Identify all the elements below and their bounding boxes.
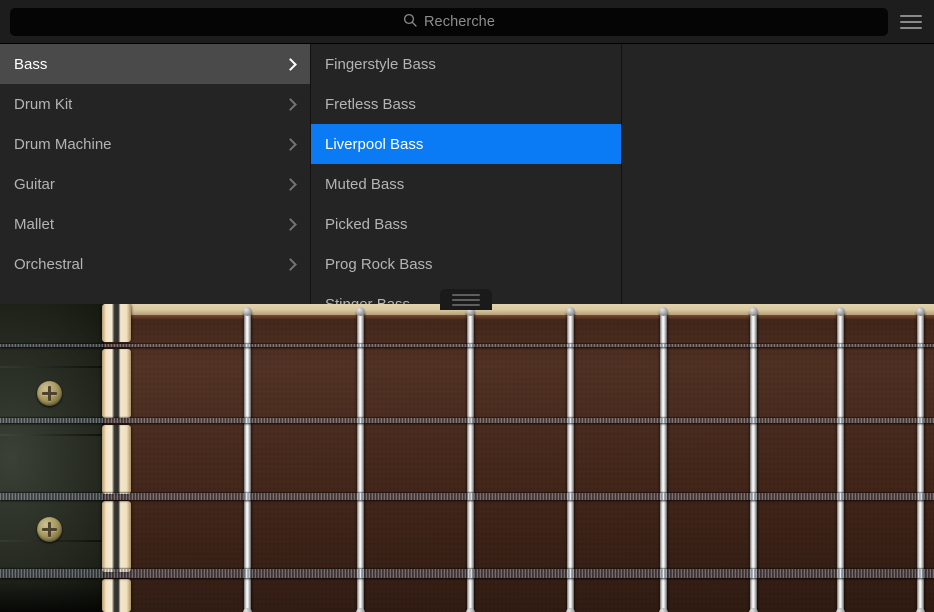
list-item-fretless-bass[interactable]: Fretless Bass <box>311 84 621 124</box>
fretboard-binding <box>104 304 934 315</box>
menu-line-3 <box>900 27 922 29</box>
headstock-contour-line <box>0 366 104 368</box>
fret-end-cap <box>466 608 475 612</box>
headstock-contour-line <box>0 434 104 436</box>
list-item-prog-rock-bass[interactable]: Prog Rock Bass <box>311 244 621 284</box>
app-window: Recherche Bass Drum Kit Drum Machine Gui <box>0 0 934 612</box>
fret-wire <box>466 307 475 612</box>
sidebar-item-orchestral[interactable]: Orchestral <box>0 244 310 284</box>
sidebar-item-label: Drum Machine <box>14 135 112 153</box>
search-icon <box>403 13 417 32</box>
bass-fretboard[interactable] <box>0 304 934 612</box>
list-item-label: Picked Bass <box>325 215 408 233</box>
nut-segment <box>102 425 131 494</box>
fret-wire <box>836 307 845 612</box>
fret-end-cap <box>243 307 252 316</box>
drag-handle-icon[interactable] <box>440 289 492 310</box>
chevron-right-icon <box>286 137 296 151</box>
top-toolbar: Recherche <box>0 0 934 44</box>
sidebar-item-drum-machine[interactable]: Drum Machine <box>0 124 310 164</box>
hamburger-menu-icon[interactable] <box>888 0 934 44</box>
fret-end-cap <box>749 307 758 316</box>
fret-wire <box>916 307 925 612</box>
search-input[interactable]: Recherche <box>10 8 888 36</box>
pickguard-screw-icon <box>37 381 62 406</box>
handle-line-1 <box>452 293 480 296</box>
list-item-fingerstyle-bass[interactable]: Fingerstyle Bass <box>311 44 621 84</box>
fretboard-surface[interactable] <box>104 304 934 612</box>
nut-segment <box>102 304 131 342</box>
list-item-label: Muted Bass <box>325 175 405 193</box>
pickguard-screw-icon <box>37 517 62 542</box>
handle-line-3 <box>452 303 480 306</box>
chevron-right-icon <box>286 257 296 271</box>
bass-string-a[interactable] <box>0 493 934 500</box>
fret-wire <box>749 307 758 612</box>
sidebar-item-guitar[interactable]: Guitar <box>0 164 310 204</box>
sidebar-item-label: Guitar <box>14 175 55 193</box>
fret-end-cap <box>659 307 668 316</box>
fret-wire <box>659 307 668 612</box>
bass-headstock <box>0 304 104 612</box>
fret-end-cap <box>659 608 668 612</box>
fret-wire <box>566 307 575 612</box>
bass-string-d[interactable] <box>0 418 934 423</box>
nut-segment <box>102 501 131 572</box>
chevron-right-icon <box>286 57 296 71</box>
list-item-muted-bass[interactable]: Muted Bass <box>311 164 621 204</box>
fret-end-cap <box>916 307 925 316</box>
fret-end-cap <box>836 608 845 612</box>
sidebar-item-mallet[interactable]: Mallet <box>0 204 310 244</box>
fret-end-cap <box>356 307 365 316</box>
sidebar-item-bass[interactable]: Bass <box>0 44 310 84</box>
menu-line-2 <box>900 21 922 23</box>
chevron-right-icon <box>286 177 296 191</box>
fretboard-binding-shadow <box>104 315 934 320</box>
nut-segment <box>102 349 131 418</box>
handle-line-2 <box>452 298 480 301</box>
sidebar-item-label: Mallet <box>14 215 55 233</box>
sidebar-item-label: Bass <box>14 55 48 73</box>
menu-line-1 <box>900 15 922 17</box>
bass-string-g[interactable] <box>0 344 934 347</box>
bass-string-e[interactable] <box>0 569 934 578</box>
fret-end-cap <box>566 307 575 316</box>
chevron-right-icon <box>286 217 296 231</box>
nut-segment <box>102 579 131 612</box>
sidebar-item-label: Orchestral <box>14 255 84 273</box>
detail-column <box>622 44 934 304</box>
fret-end-cap <box>566 608 575 612</box>
category-list: Bass Drum Kit Drum Machine Guitar Mallet… <box>0 44 311 304</box>
fret-end-cap <box>243 608 252 612</box>
fret-end-cap <box>836 307 845 316</box>
list-item-picked-bass[interactable]: Picked Bass <box>311 204 621 244</box>
search-placeholder-text: Recherche <box>423 14 496 30</box>
list-item-label: Liverpool Bass <box>325 135 424 153</box>
list-item-label: Fingerstyle Bass <box>325 55 436 73</box>
instrument-browser: Bass Drum Kit Drum Machine Guitar Mallet… <box>0 44 934 304</box>
patch-list: Fingerstyle Bass Fretless Bass Liverpool… <box>311 44 622 304</box>
fret-wire <box>243 307 252 612</box>
fret-wire <box>356 307 365 612</box>
chevron-right-icon <box>286 97 296 111</box>
fret-end-cap <box>356 608 365 612</box>
sidebar-item-label: Drum Kit <box>14 95 73 113</box>
fret-end-cap <box>916 608 925 612</box>
list-item-label: Fretless Bass <box>325 95 416 113</box>
list-item-label: Prog Rock Bass <box>325 255 433 273</box>
fret-end-cap <box>749 608 758 612</box>
list-item-liverpool-bass[interactable]: Liverpool Bass <box>311 124 621 164</box>
sidebar-item-drum-kit[interactable]: Drum Kit <box>0 84 310 124</box>
